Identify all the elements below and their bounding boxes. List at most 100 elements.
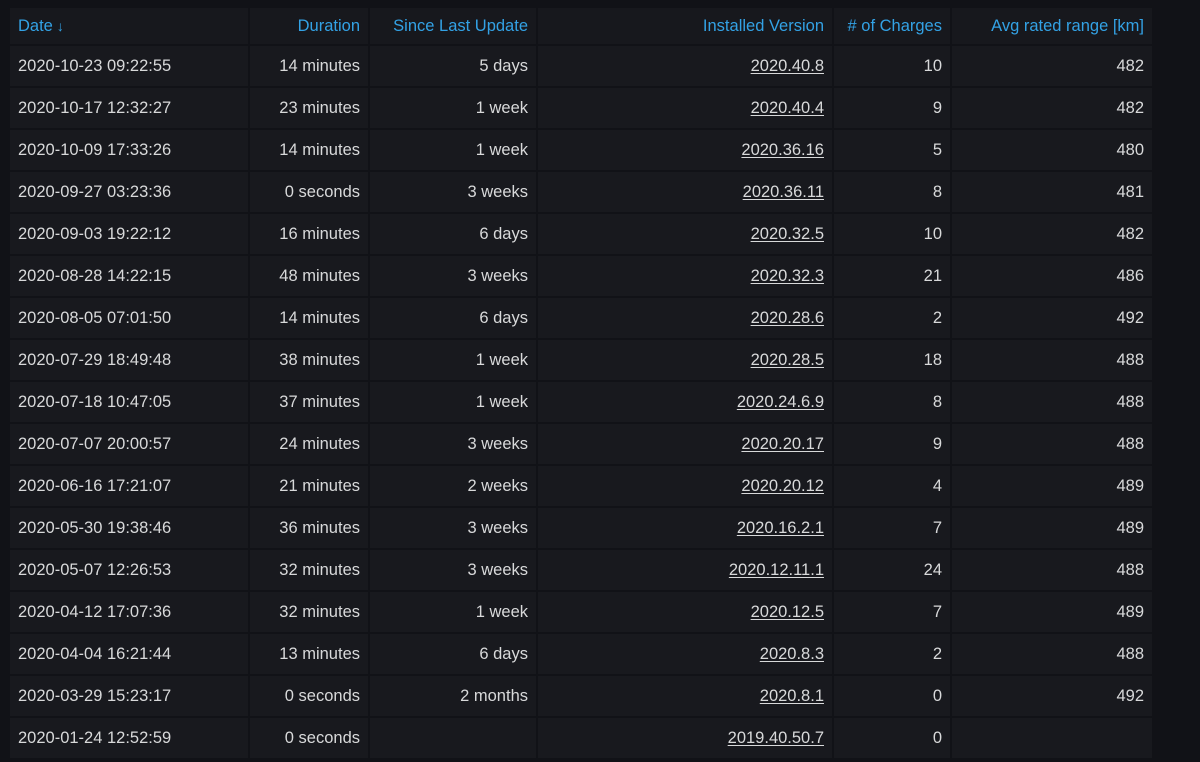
- table-row: 2020-03-29 15:23:17 0 seconds 2 months 2020…: [10, 674, 1152, 716]
- cell-avg-rated-range: 481: [952, 170, 1152, 212]
- table-row: 2020-04-04 16:21:44 13 minutes 6 days 2020.…: [10, 632, 1152, 674]
- cell-charges: 5: [834, 128, 952, 170]
- cell-charges: 10: [834, 44, 952, 86]
- cell-installed-version: 2020.12.5: [538, 590, 834, 632]
- version-link[interactable]: 2020.20.12: [741, 477, 824, 495]
- cell-installed-version: 2020.32.5: [538, 212, 834, 254]
- cell-since-last-update: 6 days: [370, 212, 538, 254]
- cell-duration: 13 minutes: [250, 632, 370, 674]
- cell-since-last-update: 2 weeks: [370, 464, 538, 506]
- cell-duration: 16 minutes: [250, 212, 370, 254]
- cell-duration: 36 minutes: [250, 506, 370, 548]
- table-row: 2020-07-29 18:49:48 38 minutes 1 week 2020.…: [10, 338, 1152, 380]
- cell-charges: 2: [834, 632, 952, 674]
- cell-duration: 0 seconds: [250, 170, 370, 212]
- cell-since-last-update: 1 week: [370, 86, 538, 128]
- cell-charges: 8: [834, 380, 952, 422]
- cell-charges: 2: [834, 296, 952, 338]
- column-header-duration[interactable]: Duration: [250, 8, 370, 44]
- cell-avg-rated-range: 486: [952, 254, 1152, 296]
- cell-date: 2020-06-16 17:21:07: [10, 464, 250, 506]
- version-link[interactable]: 2020.28.6: [751, 309, 824, 327]
- cell-since-last-update: 3 weeks: [370, 170, 538, 212]
- cell-since-last-update: 1 week: [370, 380, 538, 422]
- version-link[interactable]: 2020.8.3: [760, 645, 824, 663]
- cell-date: 2020-04-12 17:07:36: [10, 590, 250, 632]
- cell-duration: 38 minutes: [250, 338, 370, 380]
- cell-since-last-update: 3 weeks: [370, 254, 538, 296]
- version-link[interactable]: 2020.24.6.9: [737, 393, 824, 411]
- column-header-date[interactable]: Date ↓: [10, 8, 250, 44]
- cell-avg-rated-range: 480: [952, 128, 1152, 170]
- cell-duration: 14 minutes: [250, 44, 370, 86]
- version-link[interactable]: 2020.36.16: [741, 141, 824, 159]
- cell-installed-version: 2020.40.4: [538, 86, 834, 128]
- version-link[interactable]: 2020.36.11: [743, 183, 824, 201]
- cell-avg-rated-range: 482: [952, 44, 1152, 86]
- cell-avg-rated-range: 489: [952, 464, 1152, 506]
- version-link[interactable]: 2019.40.50.7: [728, 729, 824, 747]
- version-link[interactable]: 2020.40.4: [751, 99, 824, 117]
- cell-date: 2020-07-29 18:49:48: [10, 338, 250, 380]
- cell-avg-rated-range: 488: [952, 548, 1152, 590]
- column-header-label: Installed Version: [702, 16, 824, 35]
- cell-avg-rated-range: 489: [952, 590, 1152, 632]
- cell-avg-rated-range: 489: [952, 506, 1152, 548]
- cell-charges: 18: [834, 338, 952, 380]
- cell-installed-version: 2020.36.16: [538, 128, 834, 170]
- cell-avg-rated-range: 492: [952, 674, 1152, 716]
- updates-page: Date ↓ Duration Since Last Update Install…: [0, 0, 1200, 762]
- version-link[interactable]: 2020.32.3: [751, 267, 824, 285]
- cell-duration: 23 minutes: [250, 86, 370, 128]
- cell-installed-version: 2020.28.6: [538, 296, 834, 338]
- cell-since-last-update: 3 weeks: [370, 506, 538, 548]
- cell-charges: 9: [834, 86, 952, 128]
- cell-installed-version: 2020.36.11: [538, 170, 834, 212]
- table-row: 2020-05-30 19:38:46 36 minutes 3 weeks 2020…: [10, 506, 1152, 548]
- cell-date: 2020-08-28 14:22:15: [10, 254, 250, 296]
- cell-avg-rated-range: 488: [952, 422, 1152, 464]
- cell-date: 2020-09-27 03:23:36: [10, 170, 250, 212]
- table-row: 2020-10-09 17:33:26 14 minutes 1 week 2020.…: [10, 128, 1152, 170]
- cell-date: 2020-04-04 16:21:44: [10, 632, 250, 674]
- cell-date: 2020-07-18 10:47:05: [10, 380, 250, 422]
- cell-date: 2020-03-29 15:23:17: [10, 674, 250, 716]
- table-row: 2020-08-28 14:22:15 48 minutes 3 weeks 2020…: [10, 254, 1152, 296]
- cell-date: 2020-10-09 17:33:26: [10, 128, 250, 170]
- table-body: 2020-10-23 09:22:55 14 minutes 5 days 2020.…: [10, 44, 1152, 758]
- column-header-label: # of Charges: [847, 16, 942, 35]
- cell-duration: 0 seconds: [250, 674, 370, 716]
- table-row: 2020-10-23 09:22:55 14 minutes 5 days 2020.…: [10, 44, 1152, 86]
- version-link[interactable]: 2020.20.17: [741, 435, 824, 453]
- cell-duration: 14 minutes: [250, 128, 370, 170]
- cell-charges: 10: [834, 212, 952, 254]
- version-link[interactable]: 2020.32.5: [751, 225, 824, 243]
- cell-installed-version: 2020.28.5: [538, 338, 834, 380]
- cell-installed-version: 2020.16.2.1: [538, 506, 834, 548]
- cell-since-last-update: 6 days: [370, 632, 538, 674]
- column-header-since-last-update[interactable]: Since Last Update: [370, 8, 538, 44]
- version-link[interactable]: 2020.12.5: [751, 603, 824, 621]
- cell-date: 2020-09-03 19:22:12: [10, 212, 250, 254]
- cell-duration: 32 minutes: [250, 548, 370, 590]
- column-header-avg-rated-range[interactable]: Avg rated range [km]: [952, 8, 1152, 44]
- cell-avg-rated-range: 488: [952, 338, 1152, 380]
- version-link[interactable]: 2020.12.11.1: [729, 561, 824, 579]
- cell-installed-version: 2019.40.50.7: [538, 716, 834, 758]
- version-link[interactable]: 2020.16.2.1: [737, 519, 824, 537]
- version-link[interactable]: 2020.40.8: [751, 57, 824, 75]
- header-row: Date ↓ Duration Since Last Update Install…: [10, 8, 1152, 44]
- version-link[interactable]: 2020.28.5: [751, 351, 824, 369]
- cell-since-last-update: 6 days: [370, 296, 538, 338]
- version-link[interactable]: 2020.8.1: [760, 687, 824, 705]
- cell-duration: 32 minutes: [250, 590, 370, 632]
- column-header-charges[interactable]: # of Charges: [834, 8, 952, 44]
- cell-charges: 7: [834, 590, 952, 632]
- cell-since-last-update: [370, 716, 538, 758]
- table-row: 2020-07-07 20:00:57 24 minutes 3 weeks 2020…: [10, 422, 1152, 464]
- cell-installed-version: 2020.24.6.9: [538, 380, 834, 422]
- table-row: 2020-07-18 10:47:05 37 minutes 1 week 2020.…: [10, 380, 1152, 422]
- cell-avg-rated-range: 488: [952, 380, 1152, 422]
- cell-charges: 21: [834, 254, 952, 296]
- column-header-installed-version[interactable]: Installed Version: [538, 8, 834, 44]
